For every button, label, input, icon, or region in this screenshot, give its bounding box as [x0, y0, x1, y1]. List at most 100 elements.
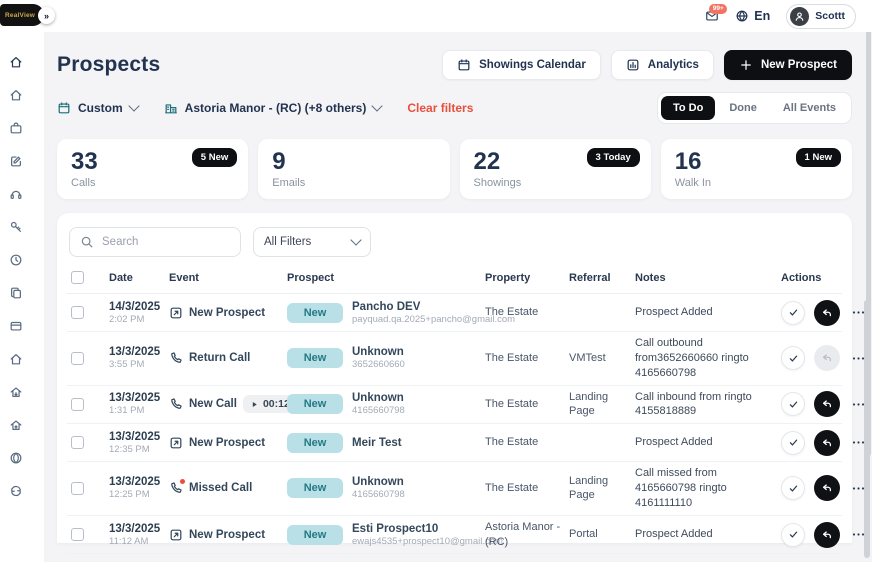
- sidebar-item-compose[interactable]: [9, 144, 23, 177]
- showings-calendar-button[interactable]: Showings Calendar: [442, 50, 601, 80]
- showings-calendar-label: Showings Calendar: [479, 59, 586, 71]
- prospect-contact: 4165660798: [352, 489, 405, 501]
- prospect-name: Unknown: [352, 392, 404, 405]
- row-checkbox[interactable]: [71, 351, 84, 365]
- sidebar-item-billing[interactable]: [9, 309, 23, 342]
- sidebar-expand-button[interactable]: »: [38, 7, 55, 24]
- row-notes: Prospect Added: [635, 306, 713, 319]
- new-prospect-label: New Prospect: [760, 59, 837, 71]
- event-label: New Call: [189, 398, 237, 411]
- table-row: 13/3/2025 12:25 PM Missed Call New Unkno…: [67, 462, 865, 516]
- table-header: Date Event Prospect Property Referral No…: [67, 271, 842, 294]
- status-badge: New: [287, 524, 343, 545]
- keys-icon: [9, 220, 23, 234]
- row-time: 3:55 PM: [109, 359, 145, 371]
- calendar-icon: [457, 58, 471, 72]
- sidebar-item-history[interactable]: [9, 243, 23, 276]
- row-checkbox[interactable]: [71, 528, 84, 542]
- tab-done[interactable]: Done: [717, 96, 769, 120]
- mark-done-button[interactable]: [781, 430, 805, 455]
- row-notes: Call inbound from ringto 4155818889: [635, 390, 752, 418]
- sidebar-item-sync[interactable]: [9, 474, 23, 507]
- table-row: 13/3/2025 1:31 PM New Call 00:12 New Unk…: [67, 386, 865, 425]
- reply-button[interactable]: [814, 345, 840, 372]
- stat-label: Showings: [473, 176, 522, 189]
- row-date: 13/3/2025: [109, 392, 161, 405]
- row-time: 11:12 AM: [109, 535, 149, 547]
- sidebar-item-home[interactable]: [9, 78, 23, 111]
- row-date: 13/3/2025: [109, 346, 161, 359]
- globe-icon: [735, 9, 749, 23]
- new-prospect-button[interactable]: New Prospect: [723, 50, 852, 80]
- support-icon: [9, 187, 23, 201]
- messages-button[interactable]: 99+: [705, 4, 728, 23]
- prospect-icon: [169, 528, 183, 542]
- sidebar-item-move-out[interactable]: [9, 408, 23, 441]
- event-label: New Prospect: [189, 306, 266, 319]
- reply-icon: [821, 398, 833, 410]
- stat-label: Walk In: [674, 176, 712, 189]
- events-segmented-control: To Do Done All Events: [656, 92, 852, 124]
- search-icon: [80, 235, 94, 249]
- check-icon: [788, 399, 799, 410]
- user-menu[interactable]: Scottt: [786, 3, 856, 29]
- mark-done-button[interactable]: [781, 346, 805, 371]
- language-switcher[interactable]: En: [735, 9, 770, 23]
- row-referral: Landing Page: [569, 390, 609, 418]
- mark-done-button[interactable]: [781, 300, 805, 325]
- row-date: 13/3/2025: [109, 430, 161, 443]
- row-checkbox[interactable]: [71, 397, 84, 411]
- mark-done-button[interactable]: [781, 476, 805, 501]
- date-range-filter[interactable]: Custom: [57, 100, 140, 115]
- row-checkbox[interactable]: [71, 481, 84, 495]
- stat-card-walk-in: 16 Walk In 1 New: [660, 139, 852, 199]
- reply-button[interactable]: [814, 429, 840, 456]
- row-date: 13/3/2025: [109, 522, 161, 535]
- page-scrollbar[interactable]: [864, 300, 870, 558]
- select-all-checkbox[interactable]: [71, 271, 84, 284]
- reply-icon: [821, 482, 833, 494]
- row-checkbox[interactable]: [71, 306, 84, 319]
- tab-all-events[interactable]: All Events: [771, 96, 848, 120]
- language-label: En: [754, 9, 771, 23]
- chevron-down-icon: [371, 100, 384, 112]
- sidebar-item-support[interactable]: [9, 177, 23, 210]
- reply-button[interactable]: [814, 391, 840, 418]
- row-property: Astoria Manor - (RC): [485, 520, 561, 548]
- sidebar-item-move-in[interactable]: [9, 375, 23, 408]
- row-checkbox[interactable]: [71, 436, 84, 450]
- sidebar-item-keys[interactable]: [9, 210, 23, 243]
- sidebar-item-edit[interactable]: [9, 342, 23, 375]
- sidebar-item-documents[interactable]: [9, 276, 23, 309]
- sidebar-item-portal[interactable]: [9, 441, 23, 474]
- search-box: [69, 227, 241, 257]
- stat-card-showings: 22 Showings 3 Today: [459, 139, 651, 199]
- column-header-date: Date: [109, 271, 133, 284]
- tab-to-do[interactable]: To Do: [660, 96, 716, 120]
- reply-button[interactable]: [814, 475, 840, 502]
- mark-done-button[interactable]: [781, 522, 805, 547]
- units-icon: [9, 121, 23, 135]
- property-filter[interactable]: Astoria Manor - (RC) (+8 others): [164, 100, 384, 115]
- mark-done-button[interactable]: [781, 392, 805, 417]
- all-filters-dropdown[interactable]: All Filters: [253, 227, 371, 257]
- clear-filters-button[interactable]: Clear filters: [407, 101, 473, 115]
- sidebar-item-units[interactable]: [9, 111, 23, 144]
- row-time: 12:35 PM: [109, 443, 150, 455]
- notifications-badge: 99+: [709, 4, 728, 14]
- column-header-property: Property: [485, 271, 531, 284]
- reply-button[interactable]: [814, 521, 840, 548]
- analytics-button[interactable]: Analytics: [610, 50, 714, 80]
- reply-button[interactable]: [814, 299, 840, 326]
- sidebar-item-prospects[interactable]: [9, 45, 23, 78]
- status-badge: New: [287, 478, 343, 499]
- history-icon: [9, 253, 23, 267]
- table-row: 13/3/2025 12:35 PM New Prospect New Meir…: [67, 424, 865, 463]
- search-input[interactable]: [102, 236, 212, 248]
- event-label: Missed Call: [189, 482, 253, 495]
- prospect-contact: 3652660660: [352, 359, 405, 371]
- property-filter-value: Astoria Manor - (RC) (+8 others): [184, 101, 367, 115]
- row-property: The Estate: [485, 306, 539, 319]
- reply-icon: [821, 352, 833, 364]
- move-out-icon: [9, 418, 23, 432]
